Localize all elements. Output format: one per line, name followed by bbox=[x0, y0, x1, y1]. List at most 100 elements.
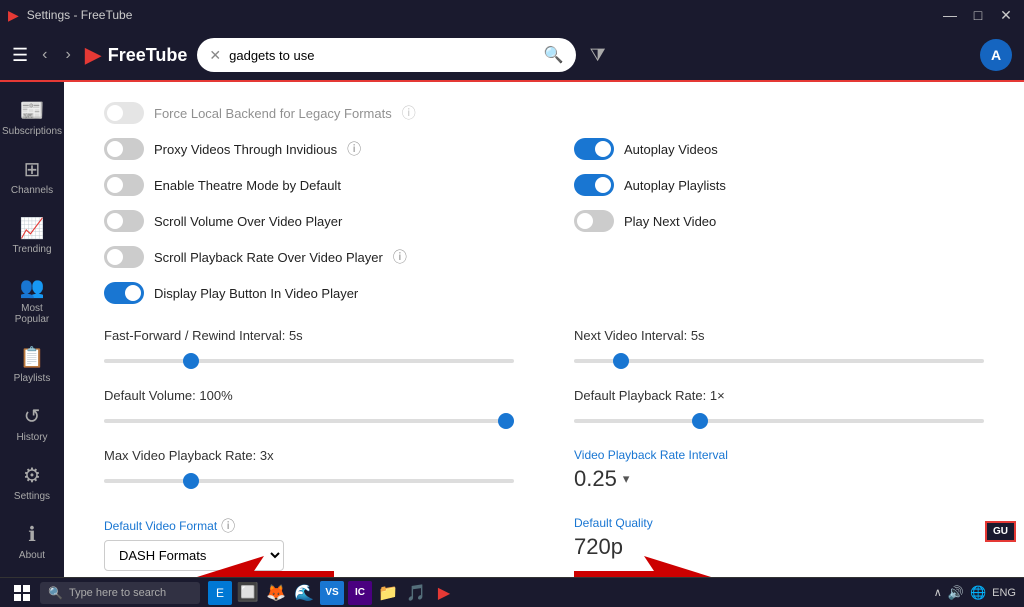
start-button[interactable] bbox=[8, 579, 36, 607]
max-playback-rate-slider[interactable] bbox=[104, 479, 514, 483]
sidebar-item-label: Trending bbox=[12, 244, 51, 255]
windows-logo-icon bbox=[14, 585, 30, 601]
taskbar-search[interactable]: 🔍 Type here to search bbox=[40, 582, 200, 604]
proxy-videos-row: Proxy Videos Through Invidious ⓘ bbox=[104, 138, 514, 160]
taskbar-icon-2[interactable]: 🔲 bbox=[236, 581, 260, 605]
search-bar[interactable]: ✕ 🔍 bbox=[197, 38, 575, 72]
scroll-playback-toggle[interactable] bbox=[104, 246, 144, 268]
rate-interval-section: Video Playback Rate Interval 0.25 ▾ bbox=[574, 448, 984, 492]
avatar[interactable]: A bbox=[980, 39, 1012, 71]
minimize-button[interactable]: — bbox=[940, 5, 960, 25]
taskbar-network-icon: 🌐 bbox=[970, 585, 986, 601]
maximize-button[interactable]: □ bbox=[968, 5, 988, 25]
about-icon: ℹ bbox=[28, 522, 36, 547]
play-next-video-toggle[interactable] bbox=[574, 210, 614, 232]
taskbar-lang: ENG bbox=[992, 587, 1016, 599]
sidebar-item-most-popular[interactable]: 👥 Most Popular bbox=[0, 267, 64, 333]
history-icon: ↺ bbox=[24, 404, 41, 429]
taskbar-icon-5[interactable]: VS bbox=[320, 581, 344, 605]
scroll-playback-label: Scroll Playback Rate Over Video Player bbox=[154, 250, 383, 265]
taskbar-icon-4[interactable]: 🌊 bbox=[292, 581, 316, 605]
play-next-video-row: Play Next Video bbox=[574, 210, 984, 232]
autoplay-videos-toggle[interactable] bbox=[574, 138, 614, 160]
force-local-backend-info-icon[interactable]: ⓘ bbox=[402, 103, 416, 123]
default-video-format-dropdown-wrapper: DASH Formats Legacy Formats Audio Format… bbox=[104, 540, 514, 571]
default-quality-label: Default Quality bbox=[574, 516, 984, 530]
taskbar-search-icon: 🔍 bbox=[48, 586, 63, 600]
proxy-videos-toggle[interactable] bbox=[104, 138, 144, 160]
rate-interval-label: Video Playback Rate Interval bbox=[574, 448, 984, 462]
rate-interval-dropdown-arrow[interactable]: ▾ bbox=[623, 471, 630, 487]
default-video-format-select[interactable]: DASH Formats Legacy Formats Audio Format… bbox=[104, 540, 284, 571]
trending-icon: 📈 bbox=[20, 216, 45, 241]
default-video-format-section: Default Video Format ⓘ DASH Formats Lega… bbox=[104, 516, 514, 571]
display-play-button-row: Display Play Button In Video Player bbox=[104, 282, 514, 304]
default-video-format-info-icon[interactable]: ⓘ bbox=[221, 516, 235, 536]
rate-interval-col: Video Playback Rate Interval 0.25 ▾ bbox=[574, 448, 984, 508]
back-button[interactable]: ‹ bbox=[38, 42, 51, 68]
autoplay-videos-row: Autoplay Videos bbox=[574, 138, 984, 160]
sidebar-item-label: History bbox=[16, 432, 47, 443]
force-local-backend-label: Force Local Backend for Legacy Formats bbox=[154, 106, 392, 121]
forward-button[interactable]: › bbox=[61, 42, 74, 68]
logo-area: ▶ FreeTube bbox=[85, 42, 188, 68]
taskbar-sys-tray: ∧ bbox=[934, 586, 942, 599]
force-local-backend-row: Force Local Backend for Legacy Formats ⓘ bbox=[104, 102, 984, 124]
taskbar-icon-8[interactable]: 🎵 bbox=[404, 581, 428, 605]
display-play-button-toggle[interactable] bbox=[104, 282, 144, 304]
taskbar-icon-9[interactable]: ▶ bbox=[432, 581, 456, 605]
format-quality-container: Default Video Format ⓘ DASH Formats Lega… bbox=[104, 516, 984, 577]
channels-icon: ⊞ bbox=[24, 157, 41, 182]
search-input[interactable] bbox=[229, 48, 536, 63]
taskbar-right: ∧ 🔊 🌐 ENG bbox=[934, 585, 1016, 601]
taskbar-speaker-icon: 🔊 bbox=[948, 585, 964, 601]
taskbar-icon-1[interactable]: E bbox=[208, 581, 232, 605]
sidebar-item-about[interactable]: ℹ About bbox=[0, 514, 64, 569]
default-volume-slider[interactable] bbox=[104, 419, 514, 423]
default-quality-section: Default Quality 720p bbox=[574, 516, 984, 571]
force-local-backend-toggle[interactable] bbox=[104, 102, 144, 124]
enable-theatre-toggle[interactable] bbox=[104, 174, 144, 196]
most-popular-icon: 👥 bbox=[20, 275, 45, 300]
display-play-button-label: Display Play Button In Video Player bbox=[154, 286, 358, 301]
title-bar-controls: — □ ✕ bbox=[940, 5, 1016, 25]
autoplay-playlists-toggle[interactable] bbox=[574, 174, 614, 196]
taskbar-icon-6[interactable]: IC bbox=[348, 581, 372, 605]
enable-theatre-label: Enable Theatre Mode by Default bbox=[154, 178, 341, 193]
sidebar-item-trending[interactable]: 📈 Trending bbox=[0, 208, 64, 263]
search-clear-icon[interactable]: ✕ bbox=[209, 47, 221, 64]
sidebar-item-playlists[interactable]: 📋 Playlists bbox=[0, 337, 64, 392]
proxy-videos-info-icon[interactable]: ⓘ bbox=[347, 139, 361, 159]
scroll-volume-toggle[interactable] bbox=[104, 210, 144, 232]
title-bar-left: ▶ Settings - FreeTube bbox=[8, 7, 132, 24]
sidebar-item-history[interactable]: ↺ History bbox=[0, 396, 64, 451]
default-playback-rate-label: Default Playback Rate: 1× bbox=[574, 388, 984, 403]
enable-theatre-row: Enable Theatre Mode by Default bbox=[104, 174, 514, 196]
taskbar-icon-7[interactable]: 📁 bbox=[376, 581, 400, 605]
sliders-row-1: Fast-Forward / Rewind Interval: 5s Next … bbox=[104, 328, 984, 382]
hamburger-menu[interactable]: ☰ bbox=[12, 45, 28, 66]
filter-icon[interactable]: ⧩ bbox=[590, 45, 606, 66]
sidebar-item-settings[interactable]: ⚙ Settings bbox=[0, 455, 64, 510]
format-quality-row: Default Video Format ⓘ DASH Formats Lega… bbox=[104, 516, 984, 577]
proxy-videos-label: Proxy Videos Through Invidious bbox=[154, 142, 337, 157]
next-video-interval-slider[interactable] bbox=[574, 359, 984, 363]
max-playback-rate-label: Max Video Playback Rate: 3x bbox=[104, 448, 514, 463]
watermark: GU bbox=[985, 521, 1016, 542]
default-quality-value: 720p bbox=[574, 534, 984, 560]
autoplay-playlists-row: Autoplay Playlists bbox=[574, 174, 984, 196]
default-playback-rate-slider[interactable] bbox=[574, 419, 984, 423]
taskbar-icon-3[interactable]: 🦊 bbox=[264, 581, 288, 605]
sliders-row-3: Max Video Playback Rate: 3x Video Playba… bbox=[104, 448, 984, 508]
next-video-interval-label: Next Video Interval: 5s bbox=[574, 328, 984, 343]
sidebar-item-channels[interactable]: ⊞ Channels bbox=[0, 149, 64, 204]
fast-forward-slider[interactable] bbox=[104, 359, 514, 363]
app-name: FreeTube bbox=[108, 45, 188, 66]
scroll-playback-info-icon[interactable]: ⓘ bbox=[393, 247, 407, 267]
close-button[interactable]: ✕ bbox=[996, 5, 1016, 25]
search-submit-icon[interactable]: 🔍 bbox=[544, 45, 564, 65]
next-video-interval-section: Next Video Interval: 5s bbox=[574, 328, 984, 366]
sidebar-item-subscriptions[interactable]: 📰 Subscriptions bbox=[0, 90, 64, 145]
logo-icon: ▶ bbox=[85, 42, 102, 68]
window-title: Settings - FreeTube bbox=[27, 8, 133, 22]
